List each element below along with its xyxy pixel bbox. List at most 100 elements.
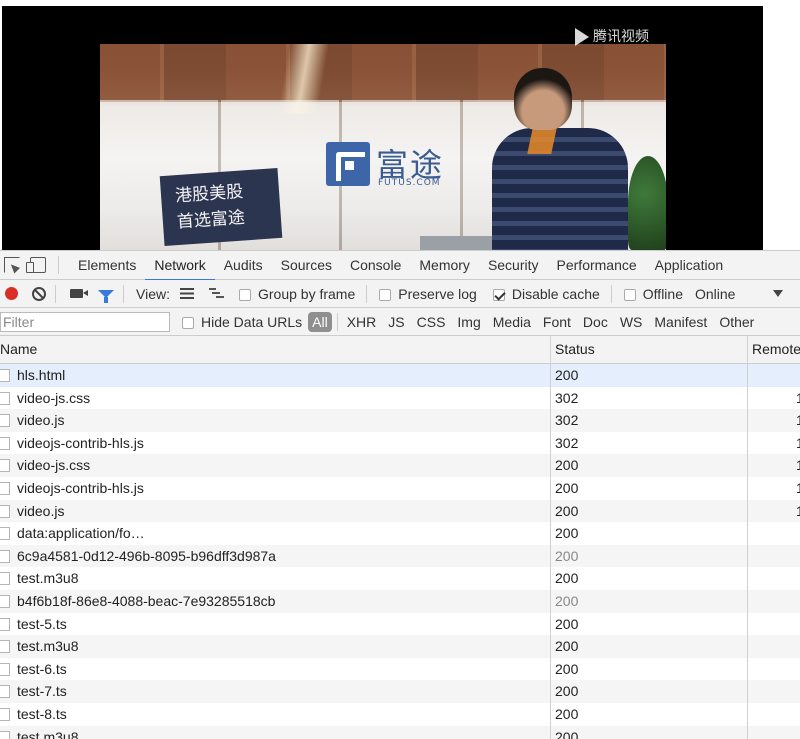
divider: [610, 284, 612, 303]
filter-type-xhr[interactable]: XHR: [343, 314, 381, 330]
preserve-log-checkbox[interactable]: [379, 288, 392, 301]
offline-option[interactable]: Offline: [623, 286, 685, 302]
table-row[interactable]: test-6.ts 200: [0, 658, 800, 681]
request-name[interactable]: videojs-contrib-hls.js: [17, 477, 144, 499]
group-by-frame-option[interactable]: Group by frame: [238, 286, 357, 302]
hide-data-urls-option[interactable]: Hide Data URLs: [182, 314, 304, 330]
request-status: 302: [555, 434, 579, 451]
column-header-remote[interactable]: Remote: [752, 336, 800, 364]
table-row[interactable]: test-7.ts 200: [0, 680, 800, 703]
table-row[interactable]: test-8.ts 200: [0, 703, 800, 726]
preserve-log-option[interactable]: Preserve log: [379, 286, 479, 302]
file-icon: [0, 504, 10, 518]
column-header-name[interactable]: Name: [0, 336, 37, 364]
large-rows-icon[interactable]: [179, 288, 194, 299]
table-row[interactable]: test.m3u8 200: [0, 635, 800, 658]
table-row[interactable]: test.m3u8 200: [0, 567, 800, 590]
filter-icon[interactable]: [98, 289, 114, 303]
tab-application[interactable]: Application: [646, 251, 733, 280]
table-row[interactable]: video.js 302 1: [0, 409, 800, 432]
person-head: [514, 68, 572, 130]
capture-screenshots-icon[interactable]: [70, 289, 88, 298]
column-separator[interactable]: [550, 336, 551, 739]
chevron-down-icon[interactable]: [773, 290, 784, 297]
request-remote: 1: [796, 457, 800, 474]
inspect-element-icon[interactable]: [4, 257, 20, 273]
group-by-frame-checkbox[interactable]: [238, 288, 251, 301]
filter-type-ws[interactable]: WS: [616, 314, 647, 330]
table-row[interactable]: data:application/fo… 200: [0, 522, 800, 545]
filter-type-media[interactable]: Media: [489, 314, 535, 330]
request-status: 200: [555, 705, 579, 722]
request-name[interactable]: video-js.css: [17, 387, 90, 409]
request-name[interactable]: video.js: [17, 500, 64, 522]
table-row[interactable]: videojs-contrib-hls.js 302 1: [0, 432, 800, 455]
table-row[interactable]: video.js 200 1: [0, 499, 800, 523]
table-row[interactable]: 6c9a4581-0d12-496b-8095-b96dff3d987a 200: [0, 544, 800, 568]
request-name[interactable]: test-6.ts: [17, 658, 67, 680]
table-row[interactable]: video-js.css 302 1: [0, 387, 800, 410]
table-row[interactable]: video-js.css 200 1: [0, 454, 800, 477]
table-row[interactable]: hls.html 200: [0, 364, 800, 387]
filter-input[interactable]: [0, 311, 170, 332]
request-name[interactable]: test-7.ts: [17, 680, 67, 702]
request-name[interactable]: 6c9a4581-0d12-496b-8095-b96dff3d987a: [17, 545, 276, 567]
request-name[interactable]: hls.html: [17, 364, 65, 386]
request-name[interactable]: videojs-contrib-hls.js: [17, 432, 144, 454]
filter-type-font[interactable]: Font: [539, 314, 575, 330]
disable-cache-option[interactable]: Disable cache: [492, 286, 602, 302]
network-filterbar: Hide Data URLs All XHR JS CSS Img Media …: [0, 308, 800, 336]
filter-type-other[interactable]: Other: [715, 314, 758, 330]
request-status: 200: [555, 457, 579, 474]
tab-elements[interactable]: Elements: [69, 251, 145, 280]
plant-decor: [628, 156, 666, 250]
request-name[interactable]: test-8.ts: [17, 703, 67, 725]
request-name[interactable]: test-5.ts: [17, 613, 67, 635]
request-remote: 1: [796, 434, 800, 451]
filter-type-img[interactable]: Img: [453, 314, 484, 330]
table-row[interactable]: test-5.ts 200: [0, 613, 800, 636]
request-name[interactable]: video.js: [17, 409, 64, 431]
request-name[interactable]: video-js.css: [17, 454, 90, 476]
file-icon: [0, 730, 10, 739]
file-icon: [0, 572, 10, 586]
request-name[interactable]: test.m3u8: [17, 567, 78, 589]
request-name[interactable]: test.m3u8: [17, 635, 78, 657]
offline-checkbox[interactable]: [623, 288, 636, 301]
column-separator[interactable]: [747, 336, 748, 739]
column-header-status[interactable]: Status: [555, 336, 595, 364]
table-row[interactable]: videojs-contrib-hls.js 200 1: [0, 477, 800, 500]
throttling-select[interactable]: Online: [695, 286, 735, 302]
tab-network[interactable]: Network: [145, 251, 216, 281]
tab-memory[interactable]: Memory: [410, 251, 479, 280]
request-name[interactable]: b4f6b18f-86e8-4088-beac-7e93285518cb: [17, 590, 275, 612]
filter-type-doc[interactable]: Doc: [579, 314, 612, 330]
filter-type-css[interactable]: CSS: [413, 314, 450, 330]
tab-performance[interactable]: Performance: [548, 251, 646, 280]
filter-type-all[interactable]: All: [308, 311, 332, 332]
device-toolbar-icon[interactable]: [26, 257, 46, 273]
overview-icon[interactable]: [208, 288, 225, 299]
request-name[interactable]: test.m3u8: [17, 726, 78, 739]
table-row[interactable]: b4f6b18f-86e8-4088-beac-7e93285518cb 200: [0, 589, 800, 613]
futu-logo-icon: [326, 142, 370, 186]
tab-sources[interactable]: Sources: [272, 251, 341, 280]
file-icon: [0, 549, 10, 563]
tab-audits[interactable]: Audits: [215, 251, 272, 280]
video-frame: 富途 FUTUS.COM 港股美股 首选富途: [100, 44, 666, 250]
disable-cache-checkbox[interactable]: [492, 288, 505, 301]
tab-security[interactable]: Security: [479, 251, 548, 280]
filter-type-js[interactable]: JS: [384, 314, 408, 330]
file-icon: [0, 391, 10, 405]
clear-icon[interactable]: [32, 286, 46, 301]
record-icon[interactable]: [5, 287, 18, 300]
watermark-text: 腾讯视频: [593, 29, 649, 45]
video-player[interactable]: 富途 FUTUS.COM 港股美股 首选富途 腾讯视频: [2, 6, 763, 250]
play-logo-icon: [575, 28, 589, 46]
hide-data-urls-checkbox[interactable]: [182, 316, 194, 329]
person-body: [492, 128, 628, 250]
tab-console[interactable]: Console: [341, 251, 410, 280]
table-row[interactable]: test.m3u8 200: [0, 725, 800, 739]
request-name[interactable]: data:application/fo…: [17, 522, 145, 544]
filter-type-manifest[interactable]: Manifest: [650, 314, 711, 330]
